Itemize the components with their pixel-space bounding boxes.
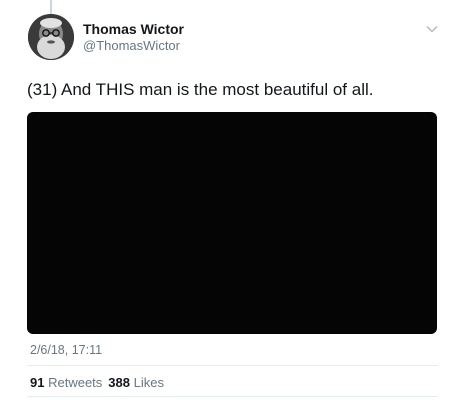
chevron-down-icon[interactable] xyxy=(426,25,438,33)
author-display-name[interactable]: Thomas Wictor xyxy=(83,21,184,37)
avatar-image xyxy=(28,14,74,60)
likes-stat[interactable]: 388 Likes xyxy=(108,375,164,390)
divider xyxy=(27,365,438,366)
tweet-media[interactable] xyxy=(27,112,437,334)
retweets-stat[interactable]: 91 Retweets xyxy=(30,375,102,390)
tweet-text: (31) And THIS man is the most beautiful … xyxy=(27,80,374,99)
likes-label: Likes xyxy=(133,375,164,390)
tweet-stats: 91 Retweets 388 Likes xyxy=(30,375,164,390)
author-handle[interactable]: @ThomasWictor xyxy=(83,38,180,53)
likes-count: 388 xyxy=(108,375,130,390)
retweets-count: 91 xyxy=(30,375,45,390)
divider xyxy=(27,396,438,397)
tweet-timestamp[interactable]: 2/6/18, 17:11 xyxy=(30,343,102,357)
retweets-label: Retweets xyxy=(48,375,103,390)
thread-connector-line xyxy=(50,0,52,14)
avatar[interactable] xyxy=(28,14,74,60)
